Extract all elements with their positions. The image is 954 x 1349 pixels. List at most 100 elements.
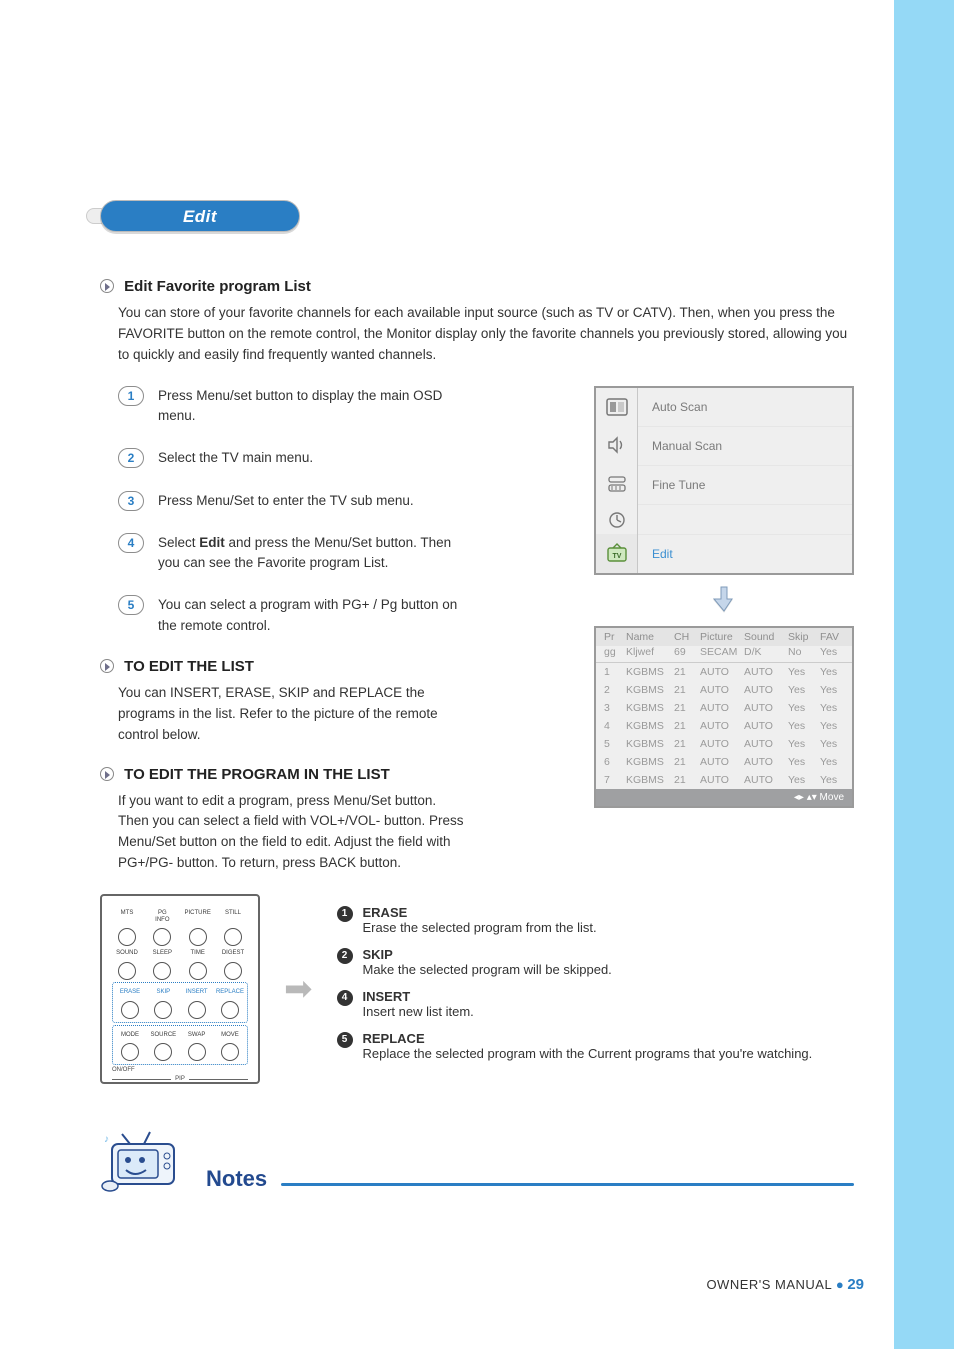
td: Yes [820,720,848,732]
action-item: 1 ERASE Erase the selected program from … [337,905,813,935]
osd-picture-icon [596,388,638,426]
action-desc: Replace the selected program with the Cu… [363,1046,813,1061]
down-arrow-icon [594,585,854,618]
osd-row [596,504,852,534]
right-arrow-icon: ➡ [284,969,313,1009]
tsh: Kljwef [626,646,670,658]
remote-btn-label: SOUND [112,950,142,957]
page-footer: OWNER'S MANUAL ● 29 [706,1276,864,1293]
td: 1 [604,666,622,678]
td: 3 [604,702,622,714]
osd-row: Auto Scan [596,388,852,426]
td: KGBMS [626,702,670,714]
td: 7 [604,774,622,786]
osd-item-label[interactable]: Edit [638,534,852,573]
td: KGBMS [626,720,670,732]
steps-column: 1 Press Menu/set button to display the m… [100,386,470,874]
action-number-badge: 1 [337,906,353,922]
arrow-bullet-icon [100,279,114,293]
td: AUTO [744,774,784,786]
table-subheader: gg Kljwef 69 SECAM D/K No Yes [596,646,852,663]
footer-dot: ● [836,1277,847,1292]
action-number-badge: 4 [337,990,353,1006]
td: AUTO [744,738,784,750]
remote-btn-label: ERASE [115,989,145,996]
step: 1 Press Menu/set button to display the m… [118,386,470,427]
osd-item-spacer [638,504,852,534]
th: Picture [700,631,740,643]
remote-highlight-box-edit: ERASE SKIP INSERT REPLACE [112,982,248,1023]
remote-button [154,1043,172,1061]
osd-tv-icon: TV [596,534,638,573]
table-row: 4KGBMS21AUTOAUTOYesYes [596,717,852,735]
td: Yes [788,702,816,714]
osd-row: Manual Scan [596,426,852,465]
edit-list-title: TO EDIT THE LIST [100,658,470,675]
td: KGBMS [626,774,670,786]
remote-btn-label: STILL [218,910,248,923]
side-blue-bar [894,0,954,1349]
remote-btn-label: DIGEST [218,950,248,957]
osd-item-label[interactable]: Manual Scan [638,426,852,465]
td: Yes [820,684,848,696]
step-number-badge: 3 [118,491,144,511]
td: Yes [788,720,816,732]
osd-item-label[interactable]: Auto Scan [638,388,852,426]
th: CH [674,631,696,643]
tsh: SECAM [700,646,740,658]
remote-button [221,1043,239,1061]
td: 21 [674,684,696,696]
table-header: Pr Name CH Picture Sound Skip FAV [596,628,852,646]
action-number-badge: 5 [337,1032,353,1048]
action-desc: Insert new list item. [363,1004,474,1019]
td: 4 [604,720,622,732]
table-footer-label: Move [820,792,844,803]
action-item: 4 INSERT Insert new list item. [337,989,813,1019]
tsh: gg [604,646,622,658]
remote-btn-label: PG INFO [147,910,177,923]
remote-button [153,928,171,946]
td: 21 [674,720,696,732]
remote-button [118,962,136,980]
action-list: 1 ERASE Erase the selected program from … [337,905,813,1073]
remote-pip-label: PIP [175,1076,185,1082]
content-area: Edit Edit Favorite program List You can … [100,200,854,1194]
th: Pr [604,631,622,643]
td: KGBMS [626,738,670,750]
tsh: D/K [744,646,784,658]
notes-row: ♪ Notes [100,1130,854,1194]
step-text-bold: Edit [199,535,225,550]
arrow-bullet-icon [100,767,114,781]
td: AUTO [700,756,740,768]
step-text: Select the TV main menu. [158,448,313,468]
remote-btn-label: SOURCE [148,1032,178,1039]
th: Skip [788,631,816,643]
td: 6 [604,756,622,768]
td: AUTO [744,756,784,768]
osd-row: Fine Tune [596,465,852,504]
edit-list-body: You can INSERT, ERASE, SKIP and REPLACE … [118,683,470,746]
remote-button [154,1001,172,1019]
steps-list: 1 Press Menu/set button to display the m… [118,386,470,636]
td: 21 [674,774,696,786]
remote-btn-label: TIME [183,950,213,957]
remote-button [224,962,242,980]
th: Name [626,631,670,643]
step: 3 Press Menu/Set to enter the TV sub men… [118,491,470,511]
table-footer-arrows: ◂▸ ▴▾ [794,792,820,803]
td: 2 [604,684,622,696]
table-row: 6KGBMS21AUTOAUTOYesYes [596,753,852,771]
osd-row: TV Edit [596,534,852,573]
svg-text:TV: TV [612,553,621,560]
edit-prog-title: TO EDIT THE PROGRAM IN THE LIST [100,766,470,783]
tsh: Yes [820,646,848,658]
osd-item-label[interactable]: Fine Tune [638,465,852,504]
remote-onoff-label: ON/OFF [112,1067,248,1073]
td: Yes [788,738,816,750]
remote-btn-label: SWAP [182,1032,212,1039]
table-row: 1KGBMS21AUTOAUTOYesYes [596,663,852,681]
edit-list-title-text: TO EDIT THE LIST [124,658,254,675]
table-row: 7KGBMS21AUTOAUTOYesYes [596,771,852,789]
remote-btn-label: INSERT [182,989,212,996]
remote-btn-label: REPLACE [215,989,245,996]
